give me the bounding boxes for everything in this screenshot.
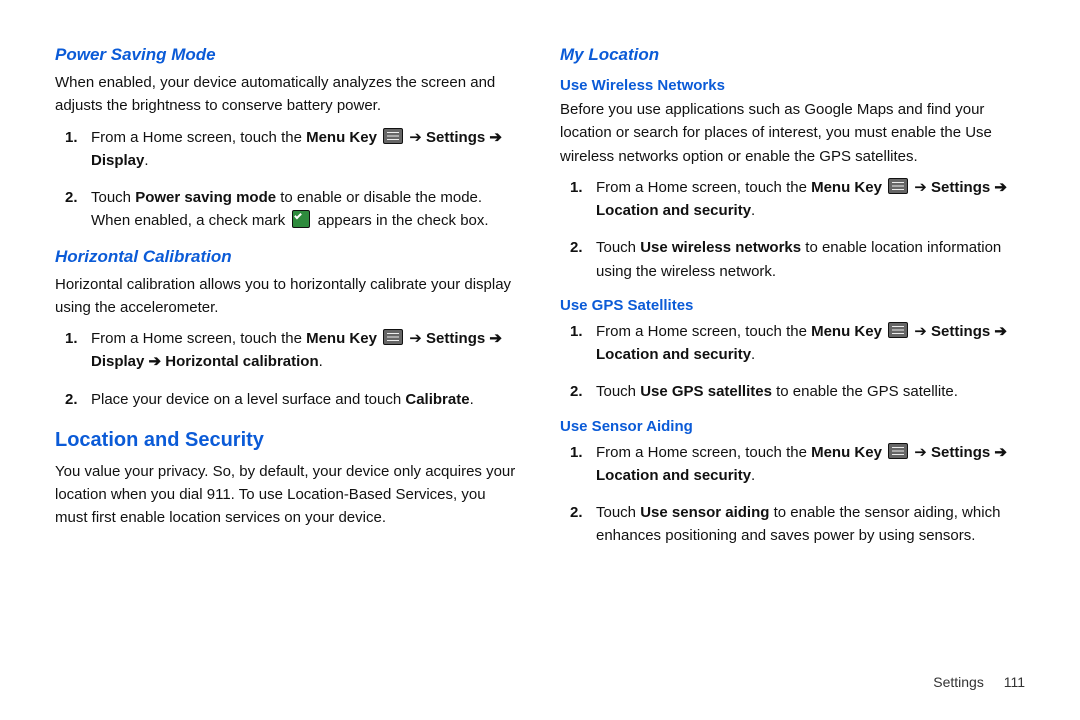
- columns: Power Saving Mode When enabled, your dev…: [55, 35, 1025, 664]
- step-item: From a Home screen, touch the Menu Key ➔…: [596, 176, 1025, 223]
- arrow-icon: ➔: [994, 179, 1007, 196]
- bold: Menu Key: [306, 330, 377, 347]
- menu-key-icon: [383, 329, 403, 345]
- arrow-icon: ➔: [489, 330, 502, 347]
- bold: Menu Key: [811, 179, 882, 196]
- text: Display: [91, 353, 149, 370]
- text: From a Home screen, touch the: [91, 330, 306, 347]
- step-item: Touch Use GPS satellites to enable the G…: [596, 380, 1025, 403]
- body-power-saving: When enabled, your device automatically …: [55, 71, 520, 118]
- bold: Menu Key: [811, 323, 882, 340]
- arrow-icon: ➔: [149, 353, 162, 370]
- heading-power-saving: Power Saving Mode: [55, 45, 520, 65]
- text: Display: [91, 152, 144, 169]
- text: Settings: [931, 179, 994, 196]
- arrow-icon: ➔: [409, 330, 422, 347]
- text: Settings: [426, 129, 489, 146]
- footer-section: Settings: [933, 674, 984, 690]
- heading-location-security: Location and Security: [55, 429, 520, 452]
- text: to enable the GPS satellite.: [772, 383, 958, 400]
- page-footer: Settings 111: [55, 664, 1025, 690]
- arrow-icon: ➔: [914, 323, 927, 340]
- manual-page: Power Saving Mode When enabled, your dev…: [0, 0, 1080, 720]
- left-column: Power Saving Mode When enabled, your dev…: [55, 35, 520, 664]
- step-item: Touch Use sensor aiding to enable the se…: [596, 501, 1025, 548]
- text: From a Home screen, touch the: [596, 179, 811, 196]
- bold: Menu Key: [811, 444, 882, 461]
- text: Touch: [91, 189, 135, 206]
- step-item: From a Home screen, touch the Menu Key ➔…: [91, 126, 520, 173]
- text: Touch: [596, 383, 640, 400]
- step-item: Touch Power saving mode to enable or dis…: [91, 186, 520, 233]
- text: Location and security: [596, 202, 751, 219]
- text: Touch: [596, 504, 640, 521]
- arrow-icon: ➔: [489, 129, 502, 146]
- text: From a Home screen, touch the: [91, 129, 306, 146]
- arrow-icon: ➔: [409, 129, 422, 146]
- right-column: My Location Use Wireless Networks Before…: [560, 35, 1025, 664]
- bold: Menu Key: [306, 129, 377, 146]
- text: Location and security: [596, 346, 751, 363]
- heading-use-gps: Use GPS Satellites: [560, 297, 1025, 314]
- arrow-icon: ➔: [994, 323, 1007, 340]
- bold: Calibrate: [405, 391, 469, 408]
- heading-horizontal-calibration: Horizontal Calibration: [55, 247, 520, 267]
- steps-use-sensor: From a Home screen, touch the Menu Key ➔…: [560, 441, 1025, 548]
- bold: Use GPS satellites: [640, 383, 772, 400]
- arrow-icon: ➔: [914, 444, 927, 461]
- body-location-security: You value your privacy. So, by default, …: [55, 460, 520, 530]
- text: appears in the check box.: [313, 212, 488, 229]
- text: Settings: [931, 444, 994, 461]
- text: From a Home screen, touch the: [596, 444, 811, 461]
- body-use-wireless: Before you use applications such as Goog…: [560, 98, 1025, 168]
- arrow-icon: ➔: [994, 444, 1007, 461]
- text: Place your device on a level surface and…: [91, 391, 405, 408]
- step-item: Touch Use wireless networks to enable lo…: [596, 236, 1025, 283]
- steps-use-gps: From a Home screen, touch the Menu Key ➔…: [560, 320, 1025, 404]
- step-item: From a Home screen, touch the Menu Key ➔…: [596, 320, 1025, 367]
- bold: Power saving mode: [135, 189, 276, 206]
- body-horizontal-calibration: Horizontal calibration allows you to hor…: [55, 273, 520, 320]
- arrow-icon: ➔: [914, 179, 927, 196]
- text: Settings: [426, 330, 489, 347]
- step-item: From a Home screen, touch the Menu Key ➔…: [91, 327, 520, 374]
- text: Horizontal calibration: [165, 353, 318, 370]
- steps-horizontal-calibration: From a Home screen, touch the Menu Key ➔…: [55, 327, 520, 411]
- steps-power-saving: From a Home screen, touch the Menu Key ➔…: [55, 126, 520, 233]
- bold: Use wireless networks: [640, 239, 801, 256]
- menu-key-icon: [888, 322, 908, 338]
- heading-use-sensor: Use Sensor Aiding: [560, 418, 1025, 435]
- footer-page-number: 111: [1004, 674, 1025, 690]
- heading-use-wireless: Use Wireless Networks: [560, 77, 1025, 94]
- heading-my-location: My Location: [560, 45, 1025, 65]
- text: Touch: [596, 239, 640, 256]
- step-item: From a Home screen, touch the Menu Key ➔…: [596, 441, 1025, 488]
- steps-use-wireless: From a Home screen, touch the Menu Key ➔…: [560, 176, 1025, 283]
- step-item: Place your device on a level surface and…: [91, 388, 520, 411]
- text: Location and security: [596, 467, 751, 484]
- text: Settings: [931, 323, 994, 340]
- menu-key-icon: [888, 443, 908, 459]
- bold: Use sensor aiding: [640, 504, 769, 521]
- menu-key-icon: [888, 178, 908, 194]
- text: From a Home screen, touch the: [596, 323, 811, 340]
- menu-key-icon: [383, 128, 403, 144]
- checkmark-icon: [292, 210, 310, 228]
